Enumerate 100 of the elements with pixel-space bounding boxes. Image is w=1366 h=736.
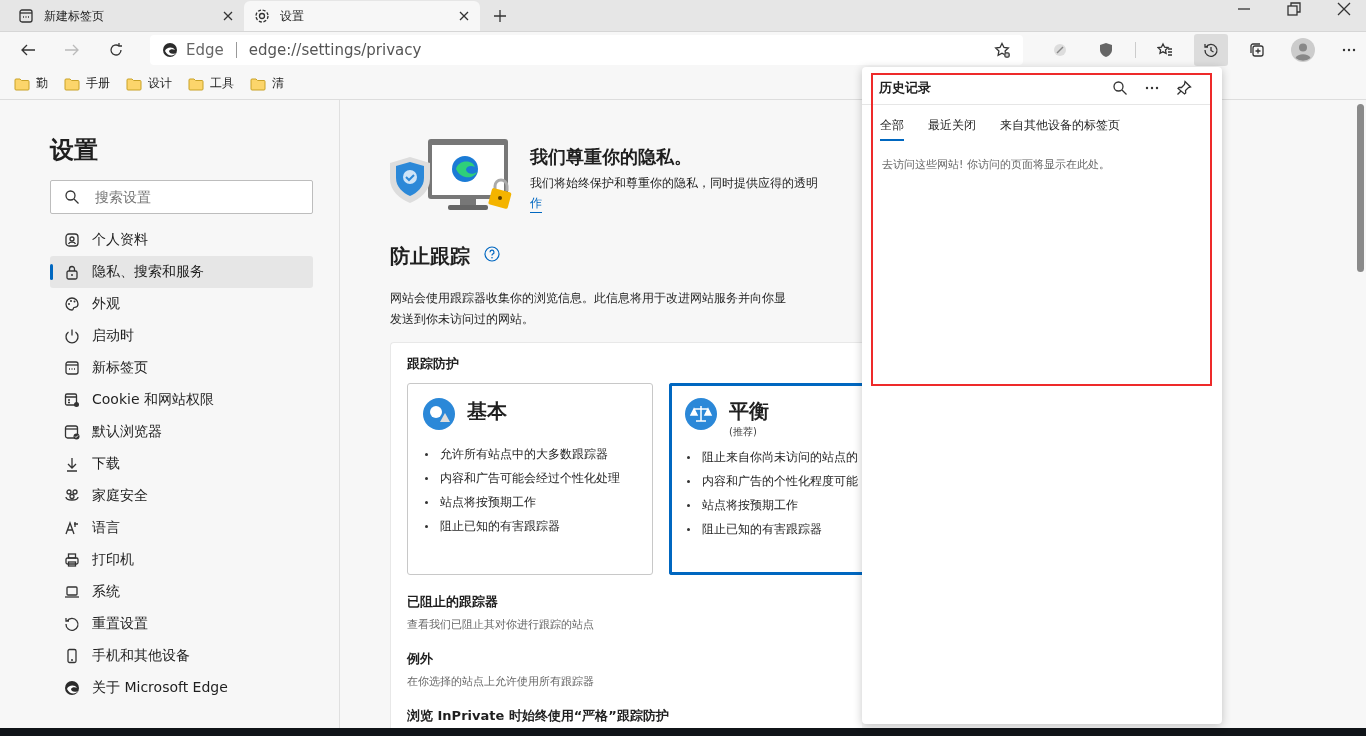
shield-extension-icon[interactable] <box>1098 42 1114 58</box>
laptop-icon <box>64 584 80 600</box>
bullet-icon <box>425 524 428 528</box>
folder-icon <box>250 75 266 92</box>
phone-icon <box>64 648 80 664</box>
gear-icon <box>254 8 270 24</box>
close-icon[interactable] <box>1336 0 1352 17</box>
history-tab[interactable]: 全部 <box>880 117 904 141</box>
bullet-icon <box>425 476 428 480</box>
reset-icon <box>64 616 80 632</box>
history-tab[interactable]: 来自其他设备的标签页 <box>1000 117 1120 141</box>
lock-icon <box>64 264 80 280</box>
search-field[interactable]: 搜索设置 <box>50 180 313 214</box>
favorites-icon[interactable] <box>1157 42 1173 58</box>
forward-arrow-icon <box>64 42 80 58</box>
setting-title: 例外 <box>407 650 434 668</box>
bullet-text: 内容和广告的个性化程度可能 <box>702 472 858 490</box>
setting-title: 已阻止的跟踪器 <box>407 593 499 611</box>
setting-description: 在你选择的站点上允许使用所有跟踪器 <box>407 674 595 689</box>
bullet-text: 内容和广告可能会经过个性化处理 <box>440 469 620 487</box>
url-text: edge://settings/privacy <box>248 41 423 59</box>
sidebar-item[interactable]: 隐私、搜索和服务 <box>50 256 313 288</box>
bullet-icon <box>687 455 690 459</box>
sidebar-item[interactable]: 打印机 <box>50 544 313 576</box>
bullet-text: 阻止已知的有害跟踪器 <box>440 517 560 535</box>
sidebar-item[interactable]: 系统 <box>50 576 313 608</box>
profile-avatar-icon[interactable] <box>1291 38 1315 62</box>
back-arrow-icon[interactable] <box>20 42 36 58</box>
collections-icon[interactable] <box>1249 42 1265 58</box>
sidebar-item[interactable]: 下载 <box>50 448 313 480</box>
hero-description: 我们将始终保护和尊重你的隐私，同时提供应得的透明 <box>530 175 818 192</box>
description-line: 发送到你未访问过的网站。 <box>390 311 535 328</box>
sidebar-item[interactable]: 默认浏览器 <box>50 416 313 448</box>
setting-description: 查看我们已阻止其对你进行跟踪的站点 <box>407 617 595 632</box>
bookmark-folder[interactable]: 设计 <box>126 75 172 92</box>
sidebar-title: 设置 <box>50 135 99 166</box>
option-title: 基本 <box>467 398 507 425</box>
new-tab-page-icon <box>18 8 34 24</box>
new-tab-page-icon <box>64 360 80 376</box>
bullet-text: 允许所有站点中的大多数跟踪器 <box>440 445 608 463</box>
bullet-text: 阻止来自你尚未访问的站点的 <box>702 448 858 466</box>
language-icon <box>64 520 80 536</box>
bullet-icon <box>425 500 428 504</box>
site-permissions-icon <box>64 392 80 408</box>
bookmark-folder[interactable]: 工具 <box>188 75 234 92</box>
sidebar-item[interactable]: 个人资料 <box>50 224 313 256</box>
restore-icon[interactable] <box>1286 0 1302 17</box>
sidebar-item[interactable]: 关于 Microsoft Edge <box>50 672 313 704</box>
section-title: 防止跟踪 <box>390 243 470 270</box>
browser-check-icon <box>64 424 80 440</box>
bullet-icon <box>425 452 428 456</box>
bullet-icon <box>687 527 690 531</box>
site-label: Edge <box>186 41 224 59</box>
browser-tab[interactable]: 新建标签页 <box>8 1 244 31</box>
history-tab[interactable]: 最近关闭 <box>928 117 976 141</box>
browser-logo-icon <box>64 680 80 696</box>
add-favorite-icon[interactable] <box>994 41 1011 59</box>
bookmark-folder[interactable]: 清 <box>250 75 284 92</box>
bullet-text: 阻止已知的有害跟踪器 <box>702 520 822 538</box>
sidebar-item[interactable]: Cookie 和网站权限 <box>50 384 313 416</box>
pin-icon[interactable] <box>1176 79 1192 96</box>
palette-icon <box>64 296 80 312</box>
download-icon <box>64 456 80 472</box>
family-icon <box>64 488 80 504</box>
refresh-icon[interactable] <box>108 42 124 58</box>
pen-extension-icon[interactable] <box>1052 42 1068 58</box>
history-button[interactable] <box>1194 34 1228 66</box>
learn-more-link[interactable]: 作 <box>530 195 542 213</box>
sidebar-item[interactable]: 启动时 <box>50 320 313 352</box>
option-note: (推荐) <box>729 425 758 439</box>
folder-icon <box>64 75 80 92</box>
tracking-level-option[interactable]: 基本 允许所有站点中的大多数跟踪器 内容和广告可能会经过个性化处理 站点将按预期工作 阻止已知的有害跟踪器 <box>407 383 653 575</box>
browser-tab[interactable]: 设置 <box>244 1 480 31</box>
option-title: 平衡 <box>729 398 769 425</box>
printer-icon <box>64 552 80 568</box>
new-tab-icon[interactable] <box>492 8 508 24</box>
sidebar-item[interactable]: 家庭安全 <box>50 480 313 512</box>
sidebar-item[interactable]: 新标签页 <box>50 352 313 384</box>
folder-icon <box>14 75 30 92</box>
setting-title: 浏览 InPrivate 时始终使用“严格”跟踪防护 <box>407 707 670 725</box>
panel-title: 历史记录 <box>879 78 931 97</box>
sidebar-item[interactable]: 语言 <box>50 512 313 544</box>
card-title: 跟踪防护 <box>407 355 460 373</box>
bullet-text: 站点将按预期工作 <box>702 496 798 514</box>
hero-title: 我们尊重你的隐私。 <box>530 145 693 169</box>
empty-message: 去访问这些网站! 你访问的页面将显示在此处。 <box>881 157 1111 172</box>
shapes-icon <box>423 398 455 430</box>
help-icon[interactable] <box>484 245 500 262</box>
bookmark-folder[interactable]: 勤 <box>14 75 48 92</box>
power-icon <box>64 328 80 344</box>
sidebar-item[interactable]: 手机和其他设备 <box>50 640 313 672</box>
address-bar[interactable]: Edge edge://settings/privacy <box>150 35 1023 65</box>
scrollbar-thumb[interactable] <box>1357 104 1364 272</box>
history-icon <box>1203 42 1219 58</box>
sidebar-item[interactable]: 外观 <box>50 288 313 320</box>
bookmark-folder[interactable]: 手册 <box>64 75 110 92</box>
folder-icon <box>126 75 142 92</box>
sidebar-item[interactable]: 重置设置 <box>50 608 313 640</box>
folder-icon <box>188 75 204 92</box>
search-icon[interactable] <box>1112 79 1128 96</box>
